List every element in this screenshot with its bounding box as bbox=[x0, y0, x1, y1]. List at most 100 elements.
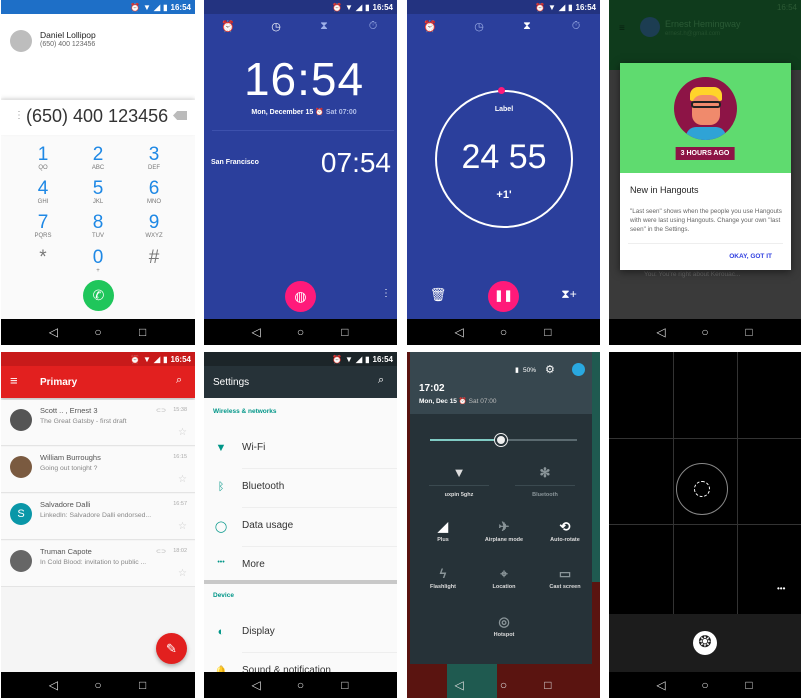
star-icon[interactable]: ☆ bbox=[178, 568, 187, 579]
dial-key-star[interactable]: * bbox=[23, 248, 63, 268]
dial-key-2[interactable]: 2 ABC bbox=[78, 145, 118, 172]
recents-button[interactable]: □ bbox=[538, 325, 558, 339]
tile-wifi[interactable]: ▼ uxpin 5ghz bbox=[429, 463, 489, 498]
tab-alarm[interactable]: ⏰ bbox=[423, 20, 437, 33]
home-button[interactable]: ○ bbox=[493, 325, 513, 339]
settings-item-display[interactable]: ◐ Display bbox=[204, 614, 397, 653]
recents-button[interactable]: □ bbox=[335, 325, 355, 339]
add-timer-icon[interactable]: ⧗+ bbox=[561, 287, 576, 302]
dialed-number[interactable]: (650) 400 123456 bbox=[26, 106, 168, 127]
settings-gear-icon[interactable]: ⚙ bbox=[545, 363, 555, 376]
backspace-icon[interactable] bbox=[173, 111, 187, 120]
recents-button[interactable]: □ bbox=[133, 678, 153, 692]
tab-timer[interactable]: ⧗ bbox=[320, 20, 328, 33]
tile-hotspot[interactable]: ◎ Hotspot bbox=[474, 612, 534, 638]
tile-auto-rotate[interactable]: ⟲ Auto-rotate bbox=[535, 517, 595, 543]
back-button[interactable]: ◁ bbox=[651, 678, 671, 692]
tab-clock[interactable]: ◷ bbox=[474, 20, 484, 33]
dial-key-8[interactable]: 8 TUV bbox=[78, 213, 118, 240]
back-button[interactable]: ◁ bbox=[651, 325, 671, 339]
wifi-icon: ▼ bbox=[143, 354, 151, 364]
tab-timer[interactable]: ⧗ bbox=[523, 20, 531, 33]
back-button[interactable]: ◁ bbox=[43, 678, 63, 692]
tile-location[interactable]: ⌖ Location bbox=[474, 564, 534, 590]
star-icon[interactable]: ☆ bbox=[178, 521, 187, 532]
status-time: 16:54 bbox=[776, 3, 797, 12]
dial-key-hash[interactable]: # bbox=[134, 248, 174, 268]
dial-key-4[interactable]: 4 GHI bbox=[23, 179, 63, 206]
contact-suggestion[interactable]: Daniel Lollipop (650) 400 123456 bbox=[1, 14, 195, 98]
last-seen-badge: 3 HOURS AGO bbox=[675, 147, 735, 160]
email-list-item[interactable]: S Salvadore Dalli LinkedIn: Salvadore Dall… bbox=[1, 494, 195, 540]
dial-key-6[interactable]: 6 MNO bbox=[134, 179, 174, 206]
menu-icon[interactable]: ≡ bbox=[10, 374, 18, 387]
home-button[interactable]: ○ bbox=[88, 325, 108, 339]
search-icon[interactable]: ⌕ bbox=[378, 374, 384, 387]
tab-stopwatch[interactable]: ⏱ bbox=[369, 20, 378, 33]
home-button[interactable]: ○ bbox=[695, 325, 715, 339]
tab-alarm[interactable]: ⏰ bbox=[221, 20, 235, 33]
settings-item-bluetooth[interactable]: ᛒ Bluetooth bbox=[204, 469, 397, 508]
tile-bluetooth[interactable]: ✻ Bluetooth bbox=[515, 463, 575, 498]
add-city-button[interactable]: ◍ bbox=[285, 281, 316, 312]
email-list-item[interactable]: William Burroughs Going out tonight ? 16:1… bbox=[1, 447, 195, 493]
email-list-item[interactable]: Truman Capote In Cold Blood: invitation t… bbox=[1, 541, 195, 587]
star-icon[interactable]: ☆ bbox=[178, 474, 187, 485]
dial-key-0[interactable]: 0 + bbox=[78, 248, 118, 275]
back-button[interactable]: ◁ bbox=[449, 325, 469, 339]
app-header: 16:54 ≡ Ernest Hemingway ernest.h@gmail.… bbox=[609, 0, 801, 70]
recents-button[interactable]: □ bbox=[739, 325, 759, 339]
recents-button[interactable]: □ bbox=[538, 678, 558, 692]
home-button[interactable]: ○ bbox=[493, 678, 513, 692]
user-avatar-icon[interactable] bbox=[572, 363, 585, 376]
tile-flashlight[interactable]: ϟ Flashlight bbox=[413, 564, 473, 590]
dial-key-5[interactable]: 5 JKL bbox=[78, 179, 118, 206]
recents-button[interactable]: □ bbox=[133, 325, 153, 339]
recents-button[interactable]: □ bbox=[739, 678, 759, 692]
home-button[interactable]: ○ bbox=[88, 678, 108, 692]
more-options-button[interactable]: ••• bbox=[777, 584, 785, 593]
settings-item-wi-fi[interactable]: ▼ Wi-Fi bbox=[204, 430, 397, 469]
home-button[interactable]: ○ bbox=[290, 678, 310, 692]
section-header: Wireless & networks bbox=[213, 408, 277, 415]
tile-cast-screen[interactable]: ▭ Cast screen bbox=[535, 564, 595, 590]
battery-icon: ▮ bbox=[365, 2, 370, 12]
pause-button[interactable]: ❚❚ bbox=[488, 281, 519, 312]
star-icon[interactable]: ☆ bbox=[178, 427, 187, 438]
add-minute-button[interactable]: +1' bbox=[496, 189, 511, 201]
home-button[interactable]: ○ bbox=[695, 678, 715, 692]
overflow-icon[interactable]: ⋮ bbox=[14, 110, 24, 121]
dial-key-1[interactable]: 1 QO bbox=[23, 145, 63, 172]
email-list-item[interactable]: Scott .. , Ernest 3 The Great Gatsby - fi… bbox=[1, 400, 195, 446]
divider bbox=[628, 243, 783, 244]
key-digit: 7 bbox=[37, 212, 49, 233]
tab-clock[interactable]: ◷ bbox=[271, 20, 281, 33]
timer-label[interactable]: Label bbox=[495, 106, 513, 113]
tab-stopwatch[interactable]: ⏱ bbox=[572, 20, 581, 33]
recents-button[interactable]: □ bbox=[335, 678, 355, 692]
settings-item-data-usage[interactable]: ◯ Data usage bbox=[204, 508, 397, 547]
tile-airplane-mode[interactable]: ✈ Airplane mode bbox=[474, 517, 534, 543]
back-button[interactable]: ◁ bbox=[43, 325, 63, 339]
back-button[interactable]: ◁ bbox=[246, 325, 266, 339]
dial-key-9[interactable]: 9 WXYZ bbox=[134, 213, 174, 240]
alarm-icon: ⏰ bbox=[458, 398, 467, 405]
call-button[interactable]: ✆ bbox=[83, 280, 114, 311]
menu-icon[interactable]: ≡ bbox=[619, 23, 625, 34]
back-button[interactable]: ◁ bbox=[246, 678, 266, 692]
dial-key-7[interactable]: 7 PQRS bbox=[23, 213, 63, 240]
compose-button[interactable]: ✎ bbox=[156, 633, 187, 664]
tile-plus[interactable]: ◢ Plus bbox=[413, 517, 473, 543]
home-button[interactable]: ○ bbox=[290, 325, 310, 339]
search-icon[interactable]: ⌕ bbox=[176, 374, 182, 387]
overflow-icon[interactable]: ⋮ bbox=[381, 288, 391, 299]
key-letters: + bbox=[96, 268, 100, 274]
brightness-slider-thumb[interactable] bbox=[493, 433, 508, 447]
hangouts-screen: 16:54 ≡ Ernest Hemingway ernest.h@gmail.… bbox=[609, 0, 801, 345]
delete-icon[interactable]: 🗑 bbox=[430, 287, 447, 303]
dial-key-3[interactable]: 3 DEF bbox=[134, 145, 174, 172]
tile-label: Airplane mode bbox=[484, 537, 524, 543]
shutter-button[interactable]: ❂ bbox=[693, 631, 717, 655]
back-button[interactable]: ◁ bbox=[449, 678, 469, 692]
okay-got-it-button[interactable]: OKAY, GOT IT bbox=[729, 253, 772, 260]
